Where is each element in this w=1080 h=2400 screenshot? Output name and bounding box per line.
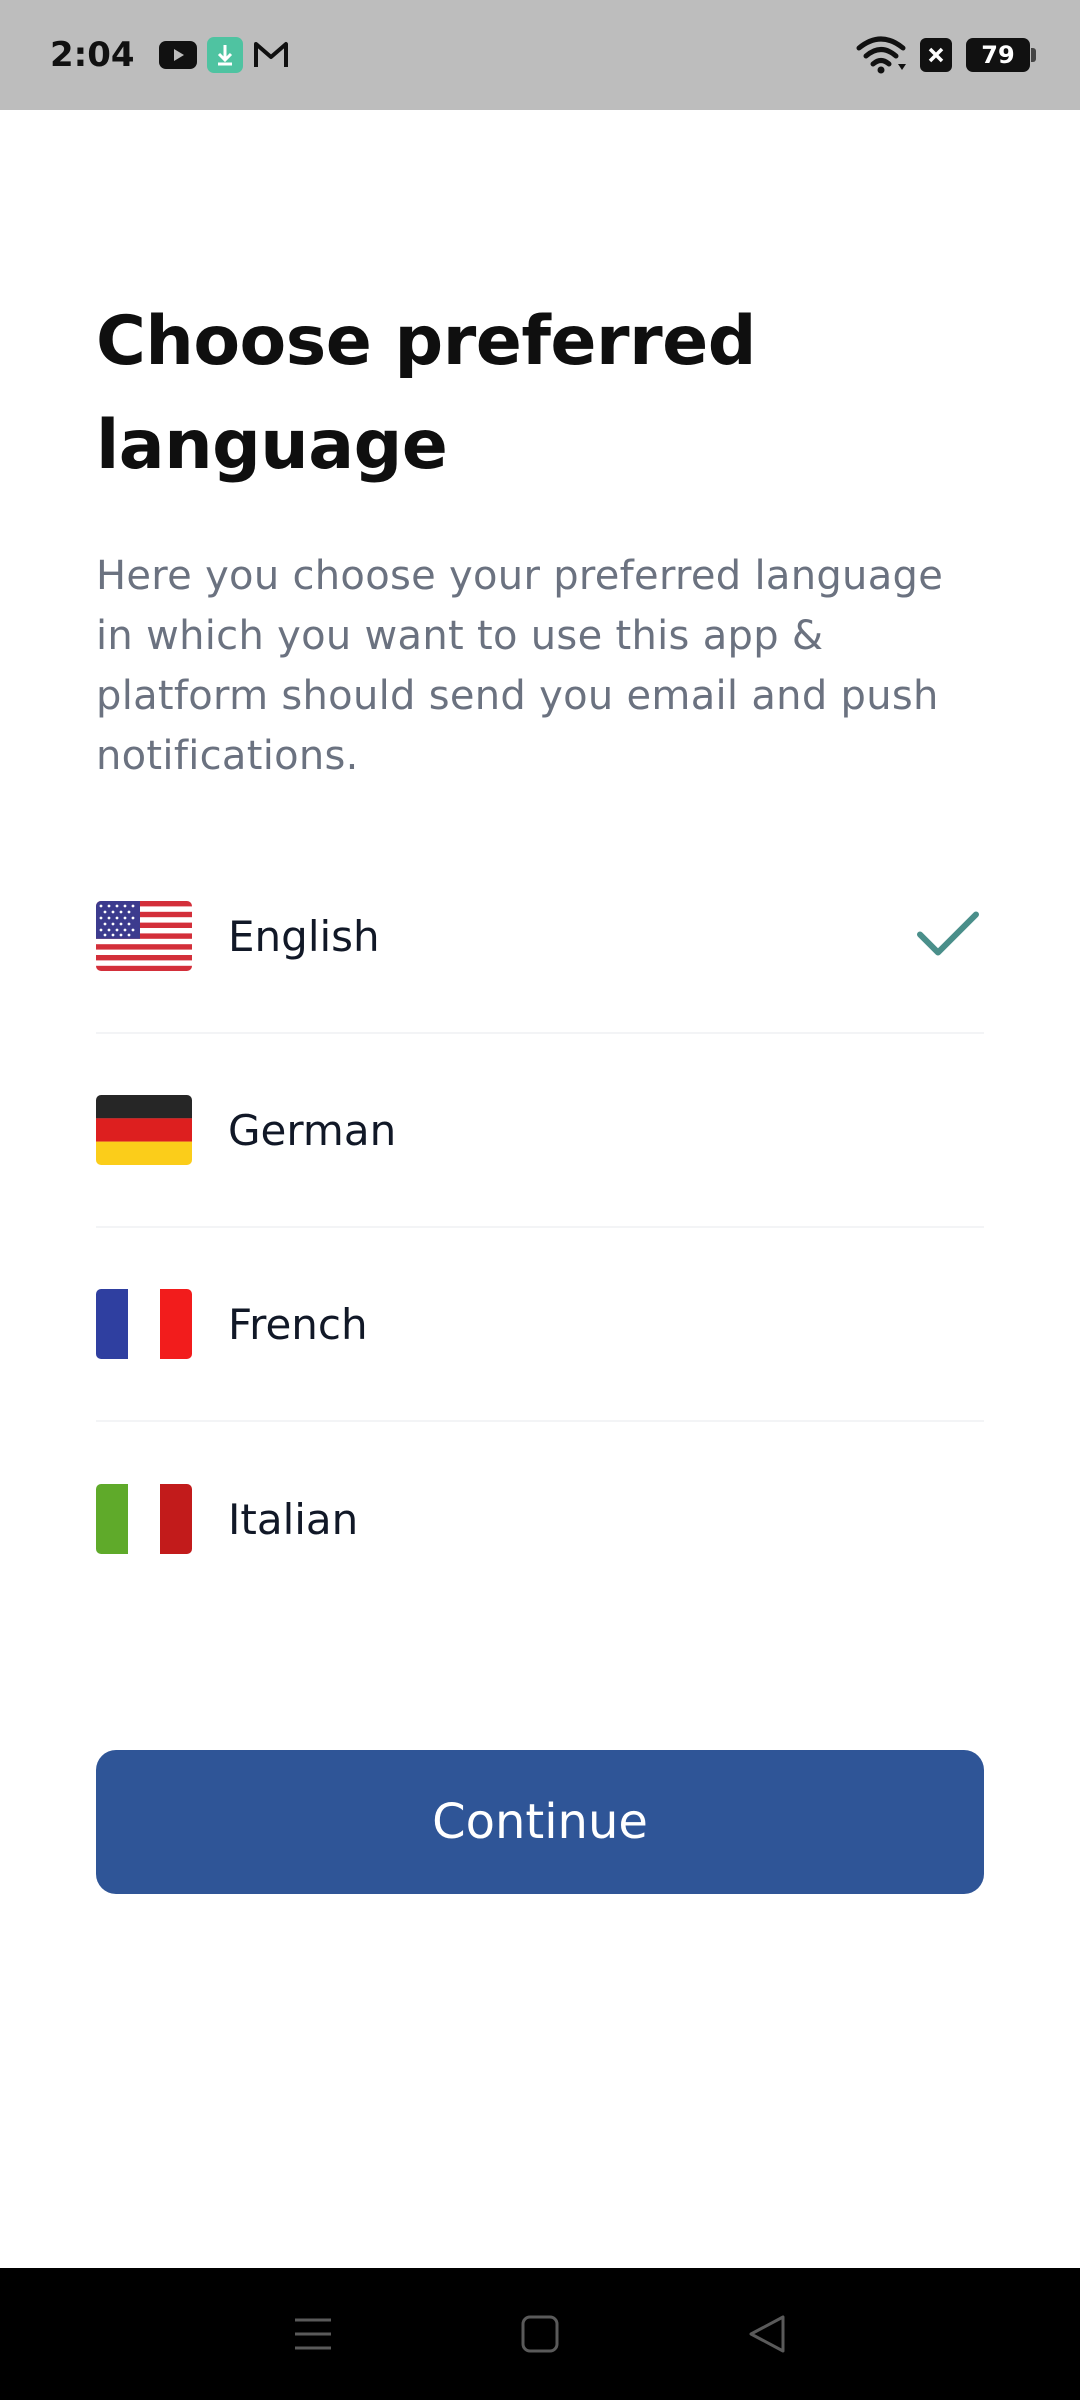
wifi-icon (856, 36, 906, 74)
status-time: 2:04 (50, 35, 135, 75)
back-triangle-icon[interactable] (727, 2294, 807, 2374)
status-icons-right: 79 (856, 36, 1036, 74)
page-title-line1: Choose preferred (96, 302, 756, 381)
check-icon (916, 909, 980, 964)
page-subtitle: Here you choose your preferred language … (96, 553, 944, 779)
language-label: English (228, 911, 380, 961)
close-box-icon (920, 38, 952, 72)
youtube-icon (158, 41, 197, 69)
germany-flag-icon (96, 1095, 192, 1165)
language-label: Italian (228, 1494, 359, 1544)
language-item-german[interactable]: German (96, 1034, 984, 1228)
status-icons-left (158, 37, 289, 73)
language-label: French (228, 1299, 368, 1349)
system-nav-bar (0, 2268, 1080, 2400)
status-bar: 2:04 79 (0, 0, 1080, 110)
download-icon (206, 37, 243, 73)
language-item-english[interactable]: English (96, 840, 984, 1034)
battery-icon: 79 (966, 38, 1036, 72)
language-list: English German French Italian (96, 840, 984, 1616)
language-label: German (228, 1105, 397, 1155)
page-title-line2: language (96, 406, 448, 485)
gmail-icon (253, 40, 289, 70)
italy-flag-icon (96, 1484, 192, 1554)
header: Choose preferred language Here you choos… (96, 290, 984, 786)
language-item-italian[interactable]: Italian (96, 1422, 984, 1616)
continue-button[interactable]: Continue (96, 1750, 984, 1894)
page-title: Choose preferred language (96, 290, 984, 498)
home-square-icon[interactable] (500, 2294, 580, 2374)
us-flag-icon (96, 901, 192, 971)
france-flag-icon (96, 1289, 192, 1359)
language-item-french[interactable]: French (96, 1228, 984, 1422)
battery-level: 79 (981, 41, 1015, 69)
menu-icon[interactable] (273, 2294, 353, 2374)
